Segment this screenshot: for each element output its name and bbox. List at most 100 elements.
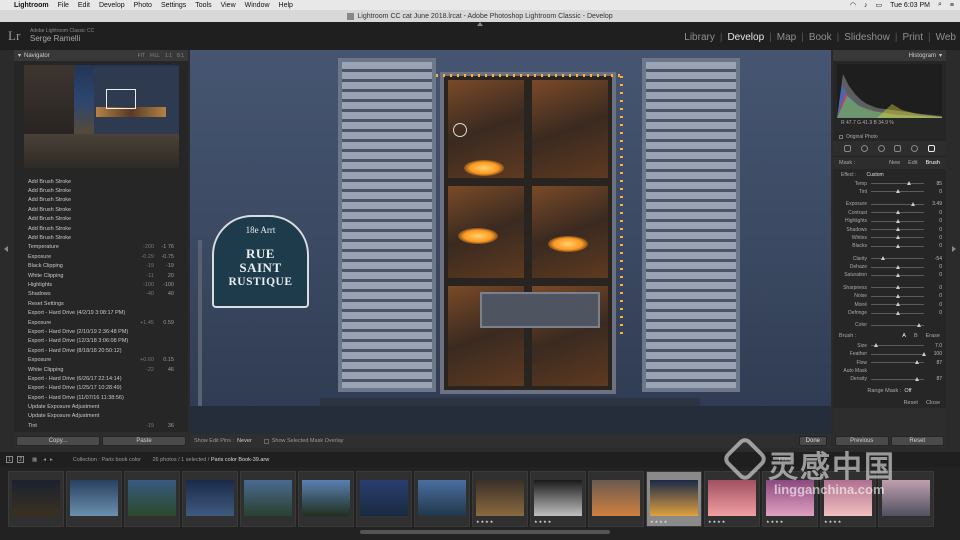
filmstrip-thumbnail[interactable]: ★★★★	[646, 471, 702, 527]
slider-knob[interactable]	[895, 235, 900, 240]
mask-reset-button[interactable]: Reset	[904, 400, 918, 406]
slider-track[interactable]	[871, 218, 924, 223]
mask-overlay-checkbox[interactable]	[263, 438, 269, 444]
slider-row[interactable]: Contrast 0	[833, 209, 946, 217]
history-item[interactable]: Shadows -40 40	[14, 290, 188, 299]
slider-value[interactable]: 100	[928, 351, 942, 357]
slider-knob[interactable]	[911, 201, 916, 206]
history-item[interactable]: Black Clipping -19 -19	[14, 262, 188, 271]
history-item[interactable]: Tint -19 36	[14, 421, 188, 430]
slider-row[interactable]: Temp 85	[833, 179, 946, 187]
slider-track[interactable]	[871, 343, 924, 348]
back-arrow-icon[interactable]: ◂	[43, 457, 46, 463]
menu-view[interactable]: View	[221, 2, 236, 9]
history-item[interactable]: Add Brush Stroke	[14, 224, 188, 233]
module-map[interactable]: Map	[777, 32, 796, 43]
slider-knob[interactable]	[915, 360, 920, 365]
volume-icon[interactable]: ♪	[864, 2, 868, 9]
slider-track[interactable]	[871, 310, 924, 315]
original-photo-row[interactable]: Original Photo	[833, 133, 946, 141]
filmstrip-thumbnail[interactable]	[66, 471, 122, 527]
slider-value[interactable]: 87	[928, 360, 942, 366]
menu-help[interactable]: Help	[279, 2, 293, 9]
slider-row[interactable]: Saturation 0	[833, 271, 946, 279]
filmstrip-source[interactable]: Collection : Paris book color 26 photos …	[73, 457, 270, 463]
slider-knob[interactable]	[916, 322, 921, 327]
slider-row[interactable]: Clarity -54	[833, 255, 946, 263]
effect-select[interactable]: Custom	[866, 172, 883, 178]
filmstrip-thumbnail[interactable]	[298, 471, 354, 527]
search-icon[interactable]: ⌕	[938, 1, 942, 9]
slider-row[interactable]: Size 7.0	[833, 342, 946, 350]
history-item[interactable]: Export - Hard Drive (6/26/17 22:14:14)	[14, 374, 188, 383]
zoom-fit[interactable]: FIT	[138, 53, 146, 59]
slider-track[interactable]	[871, 256, 924, 261]
menu-photo[interactable]: Photo	[134, 2, 152, 9]
history-item[interactable]: Add Brush Stroke	[14, 205, 188, 214]
menu-tools[interactable]: Tools	[195, 2, 211, 9]
history-item[interactable]: White Clipping -11 20	[14, 271, 188, 280]
slider-row[interactable]: Exposure 3.49	[833, 200, 946, 208]
slider-track[interactable]	[871, 351, 926, 356]
menu-settings[interactable]: Settings	[161, 2, 186, 9]
slider-knob[interactable]	[895, 210, 900, 215]
copy-button[interactable]: Copy...	[16, 436, 100, 446]
reset-button[interactable]: Reset	[890, 436, 944, 446]
history-item[interactable]: White Clipping -22 46	[14, 365, 188, 374]
slider-track[interactable]	[871, 285, 924, 290]
slider-value[interactable]: 85	[928, 181, 942, 187]
brush-b[interactable]: B	[914, 333, 918, 339]
slider-value[interactable]: 0	[928, 272, 942, 278]
history-item[interactable]: Exposure +1.45 0.59	[14, 318, 188, 327]
slider-row[interactable]: Feather 100	[833, 350, 946, 358]
history-item[interactable]: Export - Hard Drive (8/18/18 20:50:12)	[14, 346, 188, 355]
module-develop[interactable]: Develop	[727, 32, 764, 43]
slider-knob[interactable]	[922, 351, 926, 356]
filmstrip-thumbnail[interactable]	[588, 471, 644, 527]
slider-value[interactable]: 0	[928, 218, 942, 224]
range-mask-row[interactable]: Range Mask : Off	[833, 384, 946, 398]
history-item[interactable]: Export - Hard Drive (1/25/17 10:28:49)	[14, 384, 188, 393]
brush-erase[interactable]: Erase	[926, 333, 940, 339]
slider-track[interactable]	[871, 235, 924, 240]
menu-window[interactable]: Window	[245, 2, 270, 9]
adjustment-brush-tool-icon[interactable]	[928, 145, 936, 152]
slider-knob[interactable]	[895, 227, 900, 232]
left-panel-toggle-icon[interactable]	[4, 246, 8, 252]
effect-row[interactable]: Effect : Custom	[833, 171, 946, 179]
history-list[interactable]: Add Brush Stroke Add Brush Stroke Add Brus…	[14, 175, 188, 432]
slider-value[interactable]: 0	[928, 302, 942, 308]
done-button[interactable]: Done	[798, 436, 827, 446]
slider-row[interactable]: Tint 0	[833, 188, 946, 196]
slider-knob[interactable]	[895, 285, 900, 290]
slider-value[interactable]: 0	[928, 227, 942, 233]
history-item[interactable]: Reset Settings	[14, 299, 188, 308]
filmstrip-thumbnail[interactable]	[182, 471, 238, 527]
filter-label[interactable]: Filter :	[779, 457, 794, 463]
slider-track[interactable]	[871, 302, 924, 307]
slider-row[interactable]: Noise 0	[833, 292, 946, 300]
slider-row[interactable]: Highlights 0	[833, 217, 946, 225]
slider-track[interactable]	[871, 201, 924, 206]
slider-knob[interactable]	[915, 376, 920, 381]
slider-value[interactable]: 0	[928, 243, 942, 249]
history-item[interactable]: Highlights -100 -100	[14, 280, 188, 289]
slider-track[interactable]	[871, 293, 924, 298]
forward-arrow-icon[interactable]: ▸	[50, 457, 53, 463]
slider-knob[interactable]	[880, 256, 885, 261]
slider-track[interactable]	[871, 189, 924, 194]
slider-knob[interactable]	[895, 243, 900, 248]
filmstrip-thumbnail[interactable]: ★★★★	[530, 471, 586, 527]
slider-value[interactable]: 3.49	[928, 201, 942, 207]
filmstrip-thumbnail[interactable]: ★★★★	[472, 471, 528, 527]
histogram-header[interactable]: Histogram ▾	[833, 50, 946, 61]
filmstrip-thumbnail[interactable]: ★★★★	[820, 471, 876, 527]
filmstrip-thumbnail[interactable]	[240, 471, 296, 527]
spot-removal-tool-icon[interactable]	[860, 145, 868, 152]
history-item[interactable]: Add Brush Stroke	[14, 177, 188, 186]
mask-edit[interactable]: Edit	[908, 160, 917, 166]
slider-track[interactable]	[871, 243, 924, 248]
collapse-triangle-icon[interactable]: ▾	[939, 52, 942, 59]
slider-value[interactable]: 0	[928, 264, 942, 270]
slider-value[interactable]: 0	[928, 210, 942, 216]
